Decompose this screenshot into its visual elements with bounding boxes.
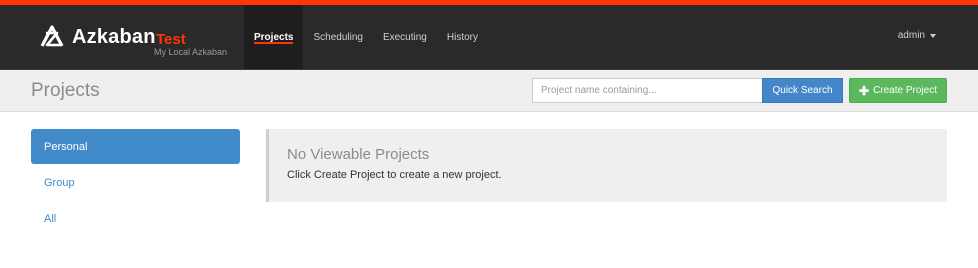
top-navbar: Azkaban Test My Local Azkaban Projects S…: [0, 5, 978, 69]
quick-search-button[interactable]: Quick Search: [762, 78, 843, 103]
nav-item-label: History: [446, 31, 478, 43]
page-header: Projects Quick Search ✚ Create Project: [0, 69, 978, 112]
sidebar-item-all[interactable]: All: [31, 201, 240, 236]
user-menu[interactable]: admin: [898, 30, 936, 41]
sidebar-item-label: Group: [44, 176, 75, 189]
nav-item-label: Projects: [254, 31, 294, 43]
plus-icon: ✚: [859, 83, 870, 98]
quick-search-label: Quick Search: [772, 85, 833, 96]
empty-projects-panel: No Viewable Projects Click Create Projec…: [266, 129, 947, 202]
nav-item-executing[interactable]: Executing: [373, 5, 437, 69]
sidebar-item-label: Personal: [44, 140, 88, 153]
azkaban-logo-icon: [40, 25, 64, 47]
caret-down-icon: [930, 34, 936, 38]
empty-state-title: No Viewable Projects: [287, 146, 430, 163]
page-title: Projects: [31, 80, 100, 101]
nav-item-history[interactable]: History: [437, 5, 488, 69]
project-filter-sidebar: Personal Group All: [31, 129, 240, 237]
sidebar-item-label: All: [44, 212, 57, 225]
user-name: admin: [897, 30, 925, 41]
empty-state-message: Click Create Project to create a new pro…: [287, 169, 502, 181]
sidebar-item-personal[interactable]: Personal: [31, 129, 240, 164]
active-underline: [254, 42, 294, 44]
create-project-button[interactable]: ✚ Create Project: [849, 78, 947, 103]
nav-item-label: Executing: [382, 31, 427, 43]
project-search-input[interactable]: [532, 78, 763, 103]
nav-item-projects[interactable]: Projects: [244, 5, 304, 69]
brand-subtitle: My Local Azkaban: [154, 47, 228, 57]
nav-item-scheduling[interactable]: Scheduling: [303, 5, 372, 69]
brand[interactable]: Azkaban Test My Local Azkaban: [38, 21, 238, 61]
sidebar-item-group[interactable]: Group: [31, 165, 240, 200]
nav-item-label: Scheduling: [313, 31, 363, 43]
create-project-label: Create Project: [873, 85, 937, 96]
brand-name: Azkaban: [72, 26, 156, 48]
brand-environment: Test: [156, 31, 186, 48]
main-nav: Projects Scheduling Executing History: [244, 5, 488, 69]
